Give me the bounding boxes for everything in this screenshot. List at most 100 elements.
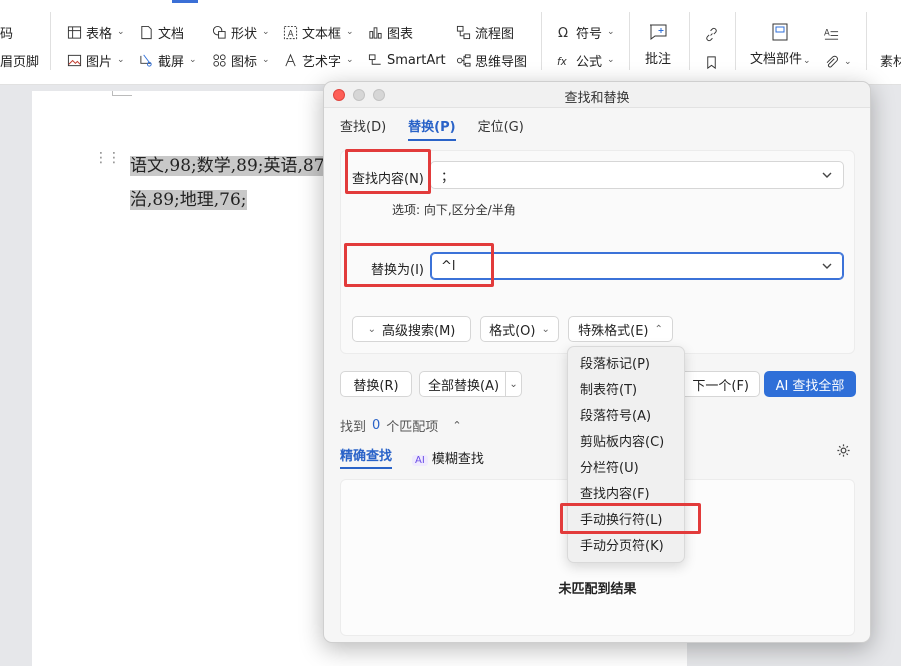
ribbon-separator bbox=[689, 12, 690, 70]
ribbon-separator bbox=[629, 12, 630, 70]
flowchart-button[interactable]: 流程图 bbox=[456, 22, 514, 42]
advanced-search-button[interactable]: ⌄ 高级搜索(M) bbox=[352, 316, 471, 342]
dialog-title: 查找和替换 bbox=[564, 91, 630, 106]
menu-item-tab-char[interactable]: 制表符(T) bbox=[568, 378, 684, 404]
chevron-down-icon: ⌄ bbox=[367, 323, 376, 335]
svg-text:A: A bbox=[288, 28, 294, 38]
collapse-chevron-icon[interactable]: ⌃ bbox=[452, 419, 461, 432]
link-icon bbox=[706, 27, 717, 41]
svg-text:Ω: Ω bbox=[558, 26, 568, 40]
shapes-button[interactable]: 形状 ⌄ bbox=[212, 22, 270, 42]
format-button[interactable]: 格式(O) ⌄ bbox=[480, 316, 559, 342]
link-button[interactable] bbox=[704, 24, 719, 44]
special-format-button[interactable]: 特殊格式(E) ⌃ bbox=[568, 316, 673, 342]
symbol-button[interactable]: Ω 符号 ⌄ bbox=[557, 22, 615, 42]
menu-item-paragraph-symbol[interactable]: 段落符号(A) bbox=[568, 404, 684, 430]
material-button[interactable]: 素材 bbox=[880, 50, 901, 70]
ribbon-partial-item-top[interactable]: 码 bbox=[0, 22, 13, 42]
tab-find[interactable]: 查找(D) bbox=[340, 116, 386, 141]
ribbon-separator bbox=[50, 12, 51, 70]
textbox-button[interactable]: A 文本框 ⌄ bbox=[283, 22, 354, 42]
document-button[interactable]: 文档 bbox=[139, 22, 184, 42]
document-icon bbox=[141, 25, 152, 39]
chevron-up-icon: ⌃ bbox=[654, 323, 663, 335]
search-options-text: 选项: 向下,区分全/半角 bbox=[392, 203, 516, 217]
ribbon-toolbar: 码 表格 ⌄ 文档 形状 ⌄ A 文本框 ⌄ 图表 流程图 Ω 符号 ⌄ 眉页脚 图片 ⌄… bbox=[0, 0, 901, 85]
textbox-icon: A bbox=[283, 25, 298, 39]
ribbon-tab-indicator bbox=[172, 0, 198, 3]
doc-parts-icon bbox=[772, 23, 788, 41]
wordart-icon bbox=[285, 53, 296, 66]
mindmap-button[interactable]: 思维导图 bbox=[456, 50, 527, 70]
picture-icon bbox=[67, 54, 82, 66]
doc-parts-button[interactable]: 文档部件⌄ bbox=[750, 22, 811, 67]
mindmap-icon bbox=[456, 53, 471, 67]
scissors-icon bbox=[140, 54, 152, 67]
document-line-1: 语文,98;数学,89;英语,87; bbox=[130, 156, 331, 176]
table-icon bbox=[67, 25, 82, 39]
text-lines-icon: A bbox=[824, 27, 839, 40]
chevron-down-icon: ⌄ bbox=[541, 323, 550, 335]
smartart-icon bbox=[368, 53, 381, 65]
smartart-button[interactable]: SmartArt bbox=[368, 50, 446, 70]
replace-button[interactable]: 替换(R) bbox=[340, 371, 412, 397]
search-mode-tabs: 精确查找 AI 模糊查找 bbox=[340, 445, 484, 469]
svg-text:A: A bbox=[824, 27, 830, 37]
wordart-button[interactable]: 艺术字 ⌄ bbox=[283, 50, 354, 70]
menu-item-clipboard[interactable]: 剪贴板内容(C) bbox=[568, 430, 684, 456]
chart-icon bbox=[369, 26, 382, 39]
match-count-row: 找到 0 个匹配项 ⌃ bbox=[340, 418, 462, 435]
find-replace-dialog: 查找和替换 查找(D) 替换(P) 定位(G) 查找内容(N) ； 选项: 向下… bbox=[323, 81, 871, 643]
find-input[interactable]: ； bbox=[430, 161, 844, 189]
menu-item-column-break[interactable]: 分栏符(U) bbox=[568, 456, 684, 482]
replace-all-button[interactable]: 全部替换(A) ⌄ bbox=[419, 371, 522, 397]
attachment-button[interactable]: ⌄ bbox=[824, 52, 852, 72]
ai-find-all-button[interactable]: AI 查找全部 bbox=[764, 371, 856, 397]
ribbon-separator bbox=[866, 12, 867, 70]
comment-button[interactable]: 批注 bbox=[645, 22, 671, 67]
ai-badge: AI bbox=[412, 454, 428, 466]
gear-icon[interactable] bbox=[836, 443, 851, 458]
table-button[interactable]: 表格 ⌄ bbox=[67, 22, 125, 42]
tab-exact-find[interactable]: 精确查找 bbox=[340, 445, 393, 469]
document-text[interactable]: 语文,98;数学,89;英语,87; 治,89;地理,76; bbox=[130, 149, 350, 217]
no-result-text: 未匹配到结果 bbox=[558, 582, 637, 597]
icons-grid-icon bbox=[213, 53, 226, 67]
chart-button[interactable]: 图表 bbox=[368, 22, 413, 42]
picture-button[interactable]: 图片 ⌄ bbox=[67, 50, 125, 70]
comment-add-icon bbox=[650, 24, 667, 40]
annotation-box-replace bbox=[344, 243, 494, 287]
ribbon-partial-item-bottom[interactable]: 眉页脚 bbox=[0, 50, 39, 70]
formula-icon: fx bbox=[557, 56, 568, 68]
bookmark-icon bbox=[707, 55, 716, 69]
paperclip-icon bbox=[826, 55, 838, 67]
chevron-down-icon[interactable]: ⌄ bbox=[505, 372, 521, 396]
dialog-titlebar[interactable]: 查找和替换 bbox=[324, 82, 870, 108]
svg-text:fx: fx bbox=[557, 56, 568, 68]
ribbon-separator bbox=[541, 12, 542, 70]
annotation-box-line-break bbox=[560, 503, 701, 534]
match-count: 0 bbox=[372, 418, 381, 433]
icons-button[interactable]: 图标 ⌄ bbox=[212, 50, 270, 70]
chevron-down-icon[interactable] bbox=[821, 260, 833, 272]
tab-goto[interactable]: 定位(G) bbox=[478, 116, 524, 141]
chevron-down-icon[interactable] bbox=[821, 169, 833, 181]
bookmark-button[interactable] bbox=[704, 52, 719, 72]
formula-button[interactable]: fx 公式 ⌄ bbox=[557, 50, 615, 70]
shapes-icon bbox=[212, 25, 226, 39]
ribbon-separator bbox=[735, 12, 736, 70]
tab-fuzzy-find[interactable]: AI 模糊查找 bbox=[412, 448, 484, 467]
dialog-tabs: 查找(D) 替换(P) 定位(G) bbox=[340, 116, 524, 141]
document-line-2: 治,89;地理,76; bbox=[130, 190, 247, 210]
page-margin-corner bbox=[112, 91, 132, 96]
text-style-button[interactable]: A bbox=[824, 24, 839, 44]
next-button[interactable]: 下一个(F) bbox=[680, 371, 760, 397]
tab-replace[interactable]: 替换(P) bbox=[408, 116, 456, 141]
menu-item-manual-page-break[interactable]: 手动分页符(K) bbox=[568, 534, 684, 560]
annotation-box-find bbox=[345, 149, 431, 194]
flowchart-icon bbox=[456, 25, 471, 39]
screenshot-button[interactable]: 截屏 ⌄ bbox=[139, 50, 197, 70]
drag-handle-icon[interactable]: ⋮⋮ bbox=[94, 151, 121, 165]
menu-item-paragraph-mark[interactable]: 段落标记(P) bbox=[568, 352, 684, 378]
omega-icon: Ω bbox=[558, 26, 568, 40]
